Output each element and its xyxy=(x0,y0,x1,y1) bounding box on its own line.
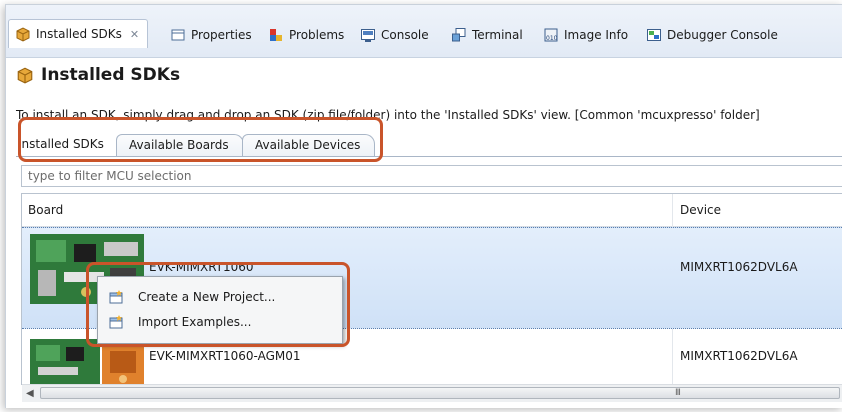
menu-item-import-examples[interactable]: Import Examples... xyxy=(98,310,342,334)
menu-item-label: Import Examples... xyxy=(138,315,252,329)
tab-installed-sdks[interactable]: Installed SDKs ✕ xyxy=(8,19,149,48)
view-title: Installed SDKs xyxy=(16,65,180,85)
image-info-icon: 010 xyxy=(543,27,559,43)
device-name: MIMXRT1062DVL6A xyxy=(680,260,798,274)
scrollbar-thumb[interactable]: III xyxy=(40,387,840,399)
close-icon[interactable]: ✕ xyxy=(130,28,139,41)
mcu-filter-input[interactable] xyxy=(21,165,842,187)
problems-icon xyxy=(268,27,284,43)
new-project-icon xyxy=(108,289,124,305)
tab-image-info[interactable]: 010 Image Info xyxy=(543,25,628,45)
tab-available-boards[interactable]: Available Boards xyxy=(116,134,244,156)
tab-terminal[interactable]: Terminal xyxy=(451,25,523,45)
svg-text:010: 010 xyxy=(546,35,558,42)
tab-properties[interactable]: Properties xyxy=(170,25,252,45)
scrollbar-grip: III xyxy=(675,388,681,398)
properties-icon xyxy=(170,27,186,43)
console-icon xyxy=(360,27,376,43)
tab-label: Problems xyxy=(289,28,345,42)
scroll-left-arrow-icon[interactable]: ◀ xyxy=(26,388,34,399)
tab-label: Debugger Console xyxy=(667,28,778,42)
import-examples-icon xyxy=(108,314,124,330)
sdk-icon xyxy=(15,26,31,42)
view-title-text: Installed SDKs xyxy=(41,65,181,85)
sdk-icon xyxy=(16,66,34,84)
board-name: EVK-MIMXRT1060 xyxy=(149,260,254,274)
board-image xyxy=(30,339,144,384)
horizontal-scrollbar[interactable]: ◀ III xyxy=(22,384,842,402)
view-tab-strip: Installed SDKs ✕ Properties Problems Con… xyxy=(6,5,842,58)
tab-label: Installed SDKs xyxy=(36,27,122,41)
tab-console[interactable]: Console xyxy=(360,25,429,45)
instruction-text: To install an SDK, simply drag and drop … xyxy=(16,108,760,122)
table-header: Board Device xyxy=(22,194,842,227)
debugger-icon xyxy=(646,27,662,43)
tab-available-devices[interactable]: Available Devices xyxy=(242,134,376,156)
context-menu: Create a New Project... Import Examples.… xyxy=(97,276,343,344)
terminal-icon xyxy=(451,27,467,43)
tab-problems[interactable]: Problems xyxy=(268,25,344,45)
ide-window: Installed SDKs ✕ Properties Problems Con… xyxy=(5,4,842,408)
tab-label: Console xyxy=(381,28,429,42)
board-name: EVK-MIMXRT1060-AGM01 xyxy=(149,349,301,363)
tab-installed-sdks-inner[interactable]: Installed SDKs xyxy=(16,134,108,155)
tab-label: Terminal xyxy=(472,28,523,42)
device-name: MIMXRT1062DVL6A xyxy=(680,349,798,363)
tab-label: Properties xyxy=(191,28,252,42)
column-header-board[interactable]: Board xyxy=(28,203,63,217)
tab-debugger-console[interactable]: Debugger Console xyxy=(646,25,778,45)
inner-tab-strip: Installed SDKs Available Boards Availabl… xyxy=(16,130,842,157)
menu-item-label: Create a New Project... xyxy=(138,290,276,304)
column-header-device[interactable]: Device xyxy=(680,203,721,217)
menu-item-create-project[interactable]: Create a New Project... xyxy=(98,285,342,309)
tab-label: Image Info xyxy=(564,28,629,42)
